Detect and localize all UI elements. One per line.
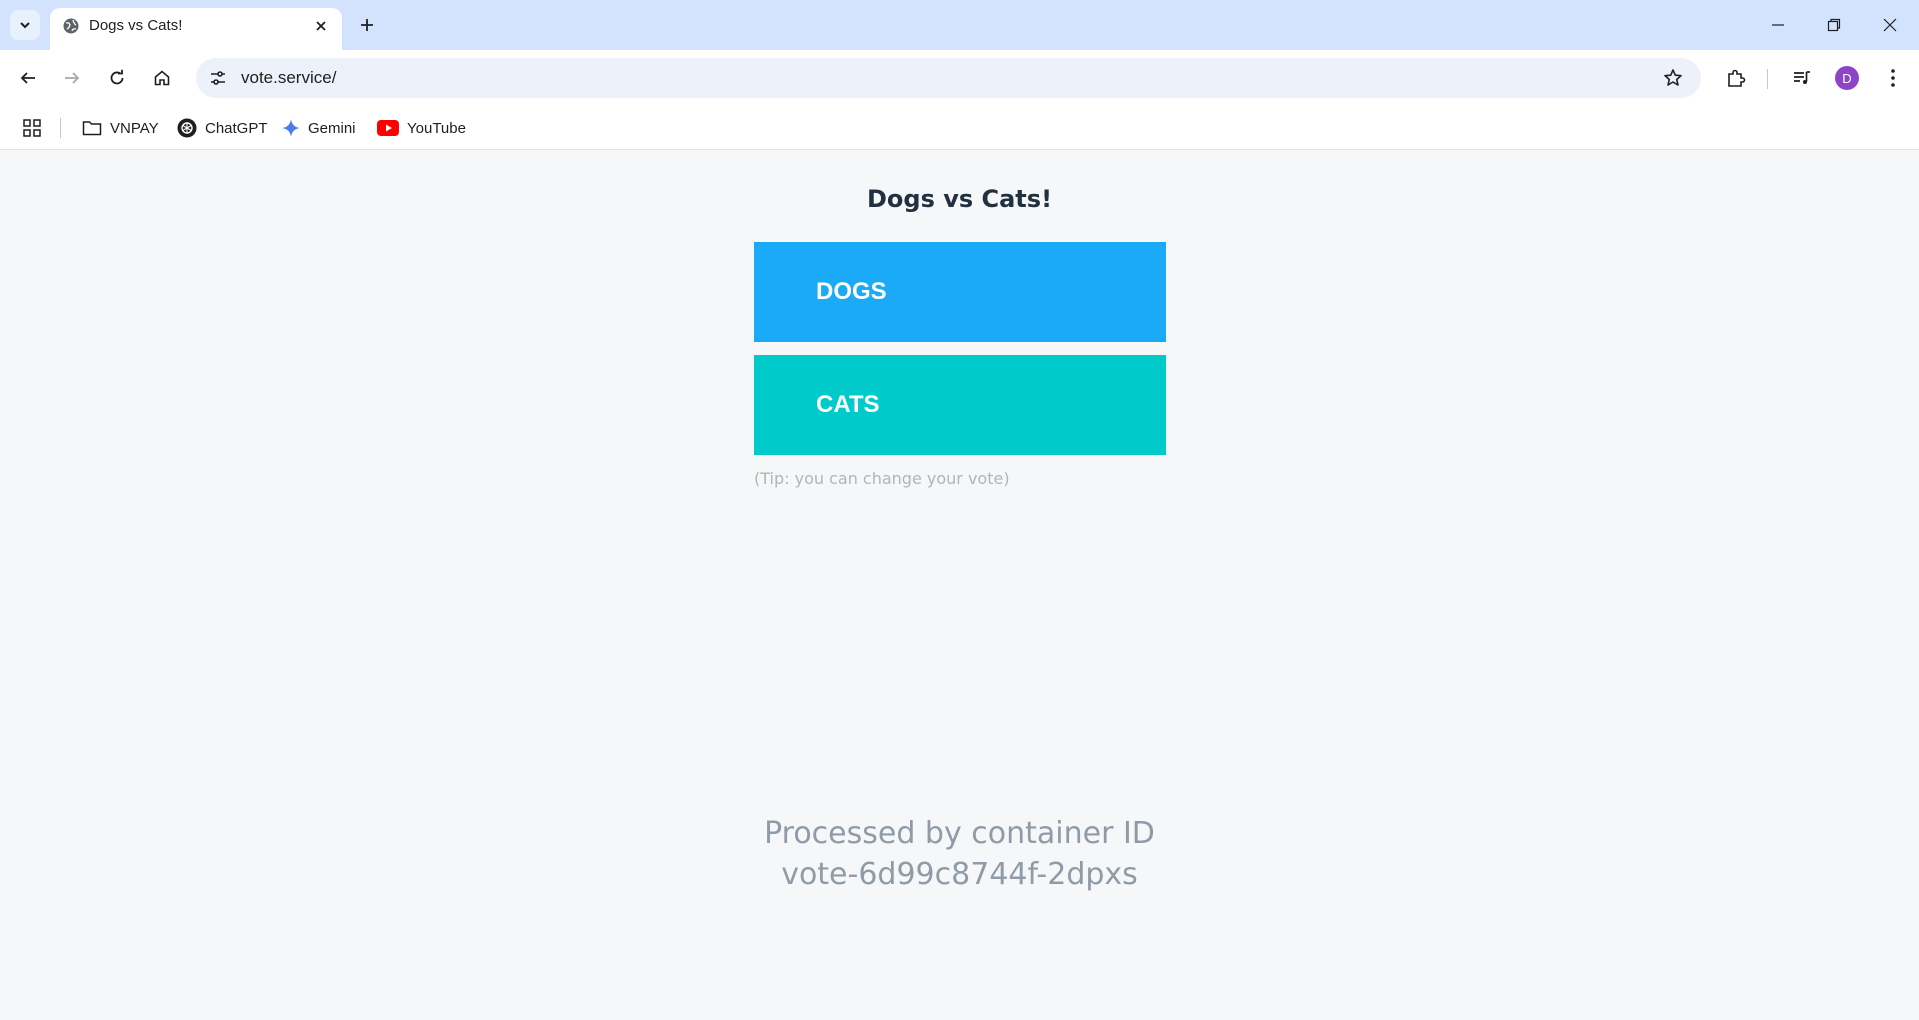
bookmark-label: YouTube — [407, 119, 466, 137]
bookmarks-bar: VNPAY ChatGPT Gemini YouTube — [0, 106, 1919, 150]
star-icon — [1664, 69, 1682, 86]
url-text[interactable]: vote.service/ — [241, 68, 336, 88]
apps-grid-icon — [23, 119, 41, 137]
puzzle-icon — [1728, 69, 1746, 87]
vote-dogs-button[interactable]: DOGS — [754, 242, 1166, 342]
tab-active[interactable]: Dogs vs Cats! — [50, 8, 342, 50]
site-info-button[interactable] — [202, 62, 234, 94]
bookmarks-separator — [60, 118, 61, 138]
close-icon — [316, 21, 326, 31]
queue-music-icon — [1794, 71, 1810, 84]
bookmark-chatgpt[interactable]: ChatGPT — [173, 114, 272, 142]
arrow-left-icon — [20, 72, 35, 84]
minimize-button[interactable] — [1750, 0, 1806, 50]
container-info: Processed by container ID vote-6d99c8744… — [0, 813, 1919, 895]
tab-title: Dogs vs Cats! — [89, 17, 183, 34]
avatar: D — [1835, 66, 1859, 90]
restore-button[interactable] — [1806, 0, 1862, 50]
extensions-button[interactable] — [1719, 61, 1753, 95]
menu-button[interactable] — [1876, 61, 1910, 95]
globe-icon — [63, 18, 79, 34]
profile-button[interactable]: D — [1830, 61, 1864, 95]
folder-icon — [82, 121, 102, 136]
bookmark-star-button[interactable] — [1657, 62, 1689, 94]
minimize-icon — [1772, 24, 1784, 26]
close-icon — [1883, 18, 1897, 32]
plus-icon — [361, 19, 373, 31]
close-window-button[interactable] — [1862, 0, 1918, 50]
toolbar-separator — [1767, 69, 1768, 89]
address-bar[interactable]: vote.service/ — [196, 58, 1701, 98]
toolbar: vote.service/ D — [0, 50, 1919, 106]
reload-icon — [110, 69, 124, 85]
apps-button[interactable] — [20, 116, 44, 140]
vote-cats-button[interactable]: CATS — [754, 355, 1166, 455]
gemini-icon — [282, 119, 300, 137]
page-title: Dogs vs Cats! — [866, 185, 1053, 213]
arrow-right-icon — [65, 72, 80, 84]
bookmark-label: VNPAY — [110, 119, 159, 137]
container-info-label: Processed by container ID — [764, 816, 1155, 851]
back-button[interactable] — [11, 61, 45, 95]
tip-text: (Tip: you can change your vote) — [754, 469, 1010, 488]
restore-icon — [1827, 18, 1841, 32]
forward-button[interactable] — [55, 61, 89, 95]
bookmark-label: Gemini — [308, 119, 356, 137]
tab-strip: Dogs vs Cats! — [0, 0, 1919, 50]
tab-search-button[interactable] — [10, 10, 40, 40]
youtube-icon — [377, 120, 399, 136]
chevron-down-icon — [20, 22, 30, 29]
bookmark-youtube[interactable]: YouTube — [373, 114, 470, 142]
media-control-button[interactable] — [1785, 61, 1819, 95]
bookmark-vnpay[interactable]: VNPAY — [78, 114, 163, 142]
home-button[interactable] — [145, 61, 179, 95]
more-vertical-icon — [1891, 69, 1895, 87]
tune-icon — [211, 71, 225, 85]
home-icon — [154, 70, 170, 86]
chatgpt-icon — [177, 118, 197, 138]
bookmark-gemini[interactable]: Gemini — [278, 114, 360, 142]
container-id: vote-6d99c8744f-2dpxs — [781, 857, 1138, 892]
page-content: Dogs vs Cats! DOGS CATS (Tip: you can ch… — [0, 151, 1919, 1020]
reload-button[interactable] — [100, 61, 134, 95]
tab-close-button[interactable] — [310, 15, 332, 37]
bookmark-label: ChatGPT — [205, 119, 268, 137]
new-tab-button[interactable] — [352, 10, 382, 40]
